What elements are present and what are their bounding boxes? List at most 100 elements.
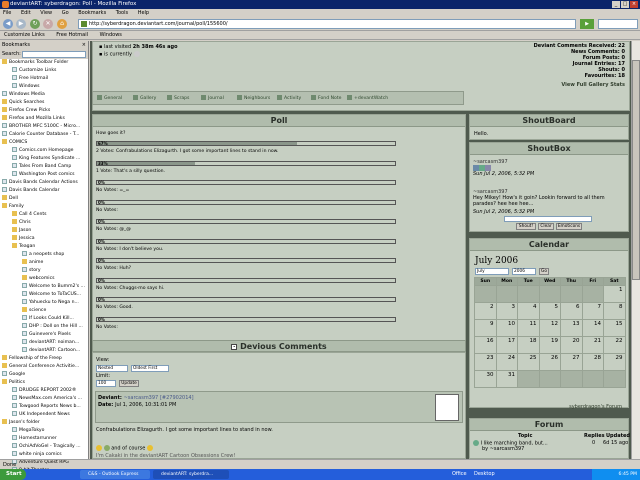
- sidebar-bookmark-item[interactable]: Davis Bands Calendar: [0, 187, 88, 195]
- sidebar-bookmark-item[interactable]: BROTHER MFC 5100C - Micro...: [0, 123, 88, 131]
- menu-go[interactable]: Go: [62, 10, 69, 16]
- go-button[interactable]: ▶: [580, 19, 594, 29]
- menu-help[interactable]: Help: [138, 10, 149, 16]
- clear-button[interactable]: Clear: [538, 223, 554, 230]
- sidebar-bookmark-item[interactable]: Call 4 Cents: [0, 211, 88, 219]
- sidebar-bookmark-item[interactable]: deviantART: Cartoon...: [0, 347, 88, 355]
- forward-icon[interactable]: ▶: [16, 19, 26, 29]
- calendar-day-cell[interactable]: 15: [603, 319, 626, 337]
- calendar-day-cell[interactable]: 20: [560, 336, 583, 354]
- bookmark-windows[interactable]: Windows: [100, 32, 122, 38]
- calendar-day-cell[interactable]: 4: [517, 302, 540, 320]
- sidebar-bookmark-item[interactable]: DRUDGE REPORT 2002®: [0, 387, 88, 395]
- calendar-day-cell[interactable]: 30: [474, 370, 497, 388]
- calendar-day-cell[interactable]: 13: [560, 319, 583, 337]
- sidebar-search-input[interactable]: [22, 51, 86, 58]
- calendar-day-cell[interactable]: 17: [495, 336, 518, 354]
- calendar-day-cell[interactable]: 19: [538, 336, 561, 354]
- shout-input[interactable]: [504, 216, 592, 222]
- sidebar-bookmark-item[interactable]: Politics: [0, 379, 88, 387]
- calendar-day-cell[interactable]: 21: [581, 336, 604, 354]
- tab-journal[interactable]: Journal: [201, 95, 224, 101]
- sidebar-bookmark-item[interactable]: NewsMax.com America's ...: [0, 395, 88, 403]
- bookmark-customize-links[interactable]: Customize Links: [4, 32, 45, 38]
- calendar-day-cell[interactable]: 24: [495, 353, 518, 371]
- calendar-day-cell[interactable]: 9: [474, 319, 497, 337]
- address-bar[interactable]: http://syberdragon.deviantart.com/journa…: [78, 19, 576, 29]
- sidebar-bookmark-item[interactable]: Yahuecku to Nega n...: [0, 299, 88, 307]
- calendar-day-cell[interactable]: 31: [495, 370, 518, 388]
- sidebar-bookmark-item[interactable]: General Conference Activitie...: [0, 363, 88, 371]
- sidebar-bookmark-item[interactable]: deviantART: noiman...: [0, 339, 88, 347]
- tab-devantwatch[interactable]: +devantWatch: [347, 95, 388, 101]
- sidebar-bookmark-item[interactable]: Windows: [0, 83, 88, 91]
- tab-activity[interactable]: Activity: [277, 95, 301, 101]
- calendar-day-cell[interactable]: 18: [517, 336, 540, 354]
- sidebar-bookmark-item[interactable]: Teagan: [0, 243, 88, 251]
- maximize-button[interactable]: □: [621, 1, 629, 8]
- tab-scraps[interactable]: Scraps: [167, 95, 189, 101]
- close-icon[interactable]: ×: [82, 41, 86, 50]
- sidebar-bookmark-item[interactable]: Chris: [0, 219, 88, 227]
- calendar-day-cell[interactable]: 25: [517, 353, 540, 371]
- commenter-avatar[interactable]: [435, 394, 459, 421]
- calendar-day-cell[interactable]: 12: [538, 319, 561, 337]
- deviant-name-link[interactable]: ~sarcasm397: [124, 395, 159, 401]
- sidebar-bookmark-item[interactable]: Google: [0, 371, 88, 379]
- start-button[interactable]: Start: [0, 469, 26, 480]
- sidebar-bookmark-item[interactable]: Towgood Reports News b...: [0, 403, 88, 411]
- update-button[interactable]: Update: [119, 380, 139, 387]
- calendar-go-button[interactable]: Go: [539, 268, 549, 275]
- calendar-day-cell[interactable]: 1: [603, 285, 626, 303]
- sidebar-bookmark-item[interactable]: Jessica: [0, 235, 88, 243]
- sidebar-bookmark-item[interactable]: Dell: [0, 195, 88, 203]
- calendar-day-cell[interactable]: 2: [474, 302, 497, 320]
- sidebar-bookmark-item[interactable]: story: [0, 267, 88, 275]
- menu-bookmarks[interactable]: Bookmarks: [78, 10, 106, 16]
- calendar-day-cell[interactable]: 29: [603, 353, 626, 371]
- sidebar-bookmark-item[interactable]: UK Independent News: [0, 411, 88, 419]
- calendar-day-cell[interactable]: 6: [560, 302, 583, 320]
- calendar-day-cell[interactable]: 7: [581, 302, 604, 320]
- sidebar-bookmark-item[interactable]: science: [0, 307, 88, 315]
- sidebar-bookmark-item[interactable]: Davis Bands Calendar Actions: [0, 179, 88, 187]
- shout-button[interactable]: Shout!: [516, 223, 536, 230]
- calendar-day-cell[interactable]: 28: [581, 353, 604, 371]
- collapse-icon[interactable]: -: [231, 343, 238, 350]
- sidebar-bookmark-item[interactable]: anime: [0, 259, 88, 267]
- calendar-day-cell[interactable]: 8: [603, 302, 626, 320]
- month-select[interactable]: July: [475, 268, 509, 275]
- menu-view[interactable]: View: [40, 10, 52, 16]
- emoticons-button[interactable]: Emoticons: [556, 223, 582, 230]
- reload-icon[interactable]: ↻: [30, 19, 40, 29]
- search-field[interactable]: [598, 19, 638, 29]
- sidebar-bookmark-item[interactable]: Free Hotmail: [0, 75, 88, 83]
- sidebar-bookmark-item[interactable]: Welcome to Bumm2's ...: [0, 283, 88, 291]
- taskbar-desktop[interactable]: Desktop: [474, 471, 495, 477]
- home-icon[interactable]: ⌂: [57, 19, 67, 29]
- back-icon[interactable]: ◀: [3, 19, 13, 29]
- calendar-footer[interactable]: syberdragon's Forum: [569, 404, 622, 410]
- calendar-day-cell[interactable]: 14: [581, 319, 604, 337]
- tab-fond-note[interactable]: Fond Note: [311, 95, 341, 101]
- sidebar-bookmark-item[interactable]: Firefox and Mozilla Links: [0, 115, 88, 123]
- comment-id-link[interactable]: [#27902014]: [160, 395, 194, 401]
- calendar-day-cell[interactable]: 5: [538, 302, 561, 320]
- menu-file[interactable]: File: [3, 10, 11, 16]
- menu-edit[interactable]: Edit: [21, 10, 31, 16]
- close-button[interactable]: ×: [630, 1, 638, 8]
- tab-general[interactable]: General: [97, 95, 122, 101]
- view-mode-select[interactable]: Nested: [96, 365, 128, 372]
- bookmark-free-hotmail[interactable]: Free Hotmail: [56, 32, 88, 38]
- taskbar-outlook[interactable]: C&S - Outlook Express: [80, 470, 150, 479]
- sidebar-bookmark-item[interactable]: Fellowship of the Freep: [0, 355, 88, 363]
- taskbar-firefox[interactable]: deviantART: syberdra...: [153, 470, 229, 479]
- calendar-day-cell[interactable]: 23: [474, 353, 497, 371]
- sidebar-bookmark-item[interactable]: Washington Post comics: [0, 171, 88, 179]
- minimize-button[interactable]: _: [612, 1, 620, 8]
- sidebar-bookmark-item[interactable]: Tales From Band Camp: [0, 163, 88, 171]
- scrollbar-thumb[interactable]: [632, 60, 640, 280]
- sidebar-bookmark-item[interactable]: Jason: [0, 227, 88, 235]
- tab-gallery[interactable]: Gallery: [133, 95, 156, 101]
- sidebar-bookmark-item[interactable]: Comics.com Homepage: [0, 147, 88, 155]
